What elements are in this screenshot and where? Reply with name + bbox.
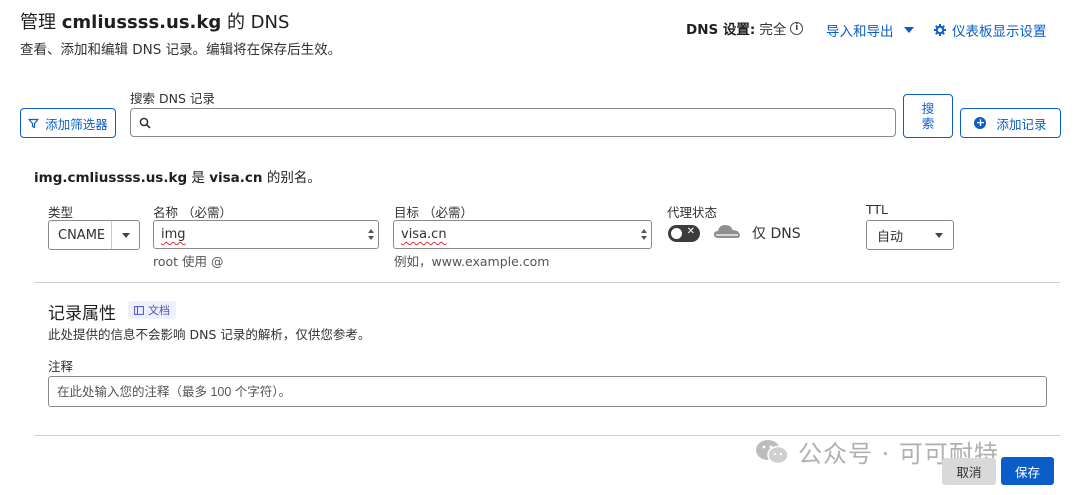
- divider: [34, 282, 1060, 283]
- proxy-status-label: 代理状态: [667, 205, 718, 220]
- plus-circle-icon: +: [974, 116, 987, 129]
- alias-description: img.cmliussss.us.kg 是 visa.cn 的别名。: [34, 166, 321, 186]
- section-description: 此处提供的信息不会影响 DNS 记录的解析，仅供您参考。: [48, 327, 371, 342]
- search-button-line1: 搜: [921, 101, 935, 116]
- search-icon: [139, 117, 151, 129]
- doc-label: 文档: [148, 304, 170, 317]
- import-export-label: 导入和导出: [826, 24, 894, 40]
- ttl-select[interactable]: 自动: [866, 220, 954, 250]
- target-hint: 例如，www.example.com: [394, 254, 550, 269]
- name-label: 名称 （必需）: [153, 205, 232, 220]
- dashboard-settings-label: 仪表板显示设置: [952, 24, 1047, 40]
- target-value: visa.cn: [401, 227, 447, 242]
- dns-settings-status: DNS 设置: 完全 i: [686, 18, 804, 38]
- info-icon[interactable]: i: [790, 21, 804, 35]
- target-label: 目标 （必需）: [394, 205, 473, 220]
- add-filter-button[interactable]: 添加筛选器: [20, 108, 116, 138]
- wechat-icon: [756, 439, 789, 464]
- alias-target: visa.cn: [209, 170, 263, 186]
- name-value: img: [161, 227, 186, 242]
- caret-down-icon: [903, 27, 914, 33]
- search-field[interactable]: [130, 108, 896, 137]
- import-export-dropdown[interactable]: 导入和导出: [826, 20, 914, 40]
- comment-field[interactable]: [48, 376, 1047, 407]
- cloud-icon: [714, 225, 740, 238]
- add-filter-label: 添加筛选器: [45, 116, 108, 132]
- search-input[interactable]: [157, 115, 895, 130]
- dashboard-settings-link[interactable]: 仪表板显示设置: [934, 20, 1047, 40]
- name-hint: root 使用 @: [153, 254, 224, 269]
- alias-is: 是: [187, 170, 210, 186]
- title-suffix: 的 DNS: [221, 12, 290, 33]
- spinner-icon[interactable]: [364, 221, 378, 248]
- gear-icon: [934, 24, 946, 36]
- search-label: 搜索 DNS 记录: [130, 91, 215, 106]
- search-button-line2: 索: [921, 116, 935, 131]
- dropdown-arrow-icon: [111, 221, 139, 249]
- alias-suffix: 的别名。: [262, 170, 321, 186]
- doc-icon: [134, 305, 144, 315]
- target-input[interactable]: visa.cn: [393, 220, 652, 249]
- toggle-knob: [671, 228, 682, 239]
- alias-host: img.cmliussss.us.kg: [34, 170, 188, 186]
- add-record-button[interactable]: + 添加记录: [960, 108, 1061, 138]
- title-domain: cmliussss.us.kg: [61, 12, 222, 33]
- proxy-toggle[interactable]: ✕: [668, 225, 700, 242]
- spinner-icon[interactable]: [637, 221, 651, 248]
- ttl-label: TTL: [866, 202, 889, 217]
- save-button[interactable]: 保存: [1001, 457, 1054, 485]
- add-record-label: 添加记录: [996, 116, 1047, 132]
- comment-input[interactable]: [57, 384, 1046, 399]
- search-button[interactable]: 搜 索: [903, 94, 953, 138]
- comment-label: 注释: [48, 359, 74, 374]
- type-select[interactable]: CNAME: [48, 220, 140, 250]
- filter-icon: [28, 118, 39, 128]
- type-value: CNAME: [58, 227, 106, 243]
- type-label: 类型: [48, 205, 74, 220]
- dns-settings-label: DNS 设置:: [686, 22, 756, 38]
- section-title: 记录属性: [48, 304, 116, 324]
- page-subtitle: 查看、添加和编辑 DNS 记录。编辑将在保存后生效。: [20, 42, 342, 58]
- title-prefix: 管理: [20, 12, 62, 33]
- page-title: 管理 cmliussss.us.kg 的 DNS: [20, 8, 289, 34]
- caret-down-icon: [935, 232, 943, 238]
- name-input[interactable]: img: [153, 220, 379, 249]
- cancel-button[interactable]: 取消: [942, 458, 996, 485]
- ttl-value: 自动: [877, 229, 904, 245]
- close-icon: ✕: [686, 226, 695, 237]
- dns-settings-value: 完全: [759, 22, 787, 38]
- doc-link[interactable]: 文档: [128, 301, 176, 319]
- proxy-status-value: 仅 DNS: [752, 226, 801, 242]
